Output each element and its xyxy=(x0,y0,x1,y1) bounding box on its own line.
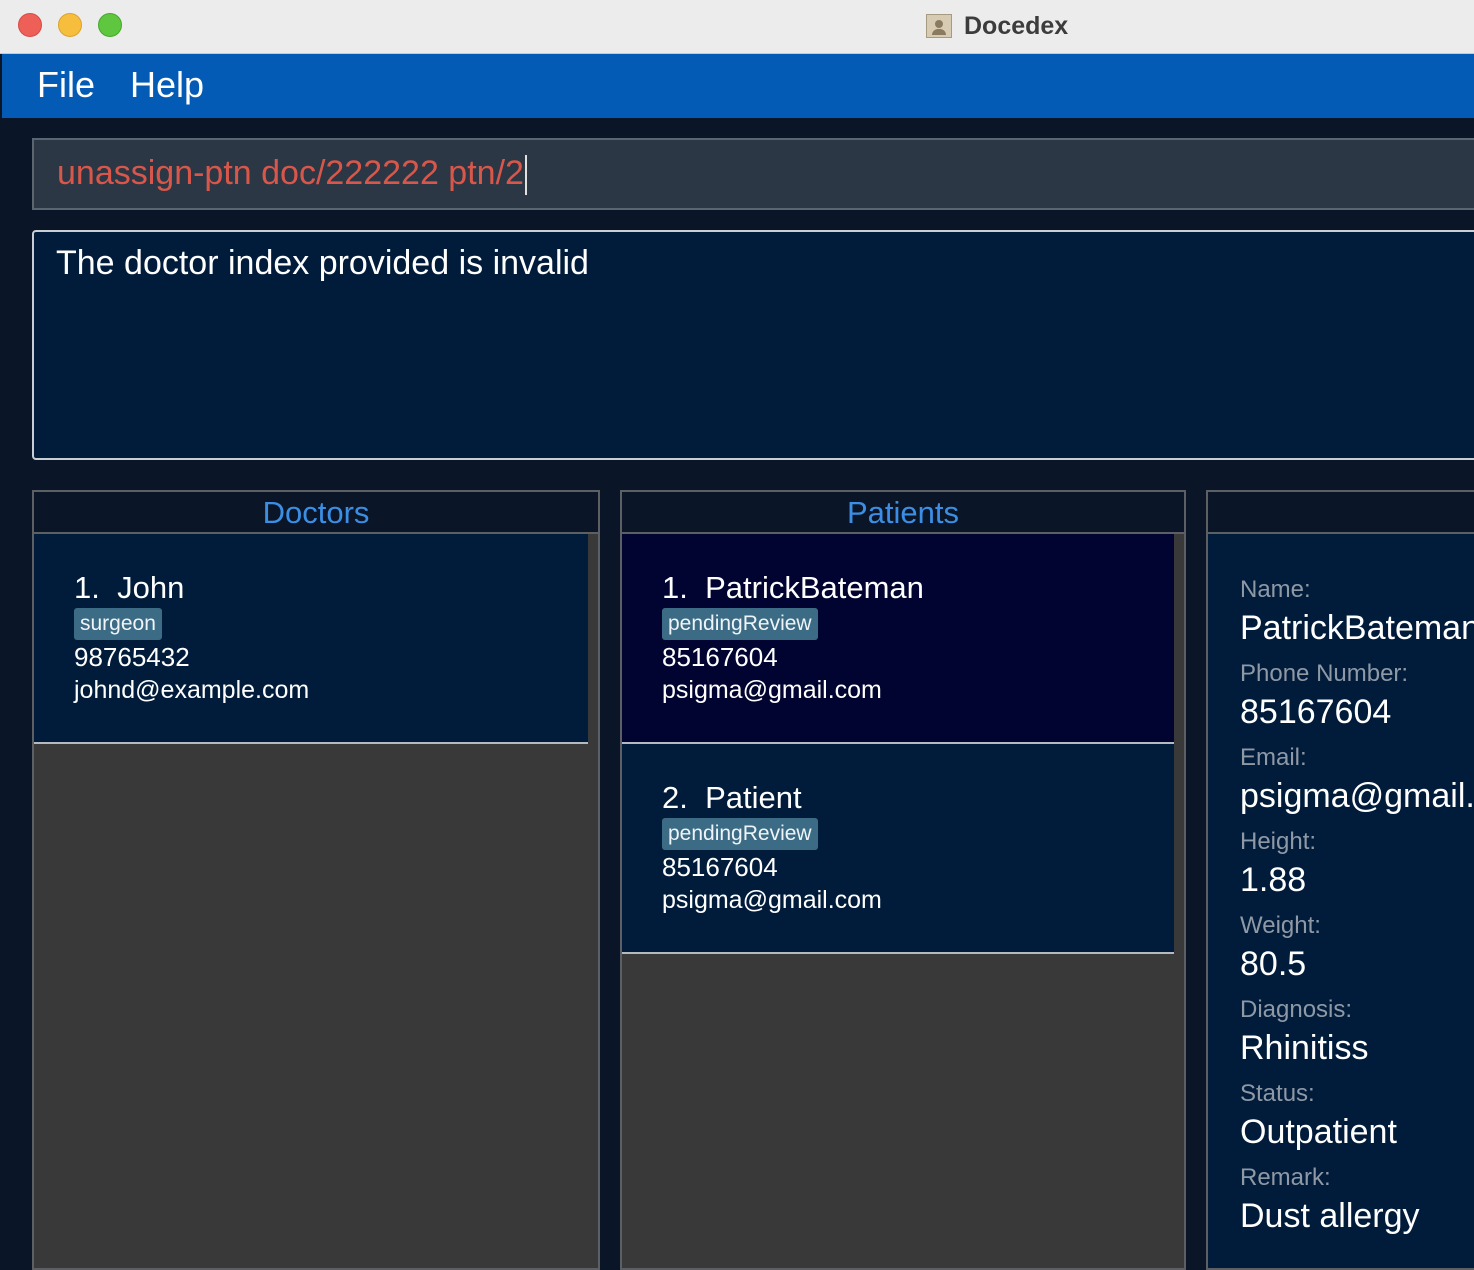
text-caret xyxy=(524,155,527,196)
patient-name: 1. PatrickBateman xyxy=(662,570,924,605)
detail-value-email: psigma@gmail.com xyxy=(1240,777,1474,815)
app-icon xyxy=(926,14,952,38)
patients-panel-header: Patients xyxy=(622,492,1184,534)
detail-value-phone: 85167604 xyxy=(1240,693,1392,731)
patient-card[interactable]: 1. PatrickBateman pendingReview 85167604… xyxy=(622,534,1174,744)
window-title-text: Docedex xyxy=(964,11,1069,40)
command-value: unassign-ptn doc/222222 ptn/2 xyxy=(57,154,524,192)
detail-value-diagnosis: Rhinitiss xyxy=(1240,1029,1369,1067)
patient-details-panel: Name: PatrickBateman Phone Number: 85167… xyxy=(1206,490,1474,1270)
detail-value-weight: 80.5 xyxy=(1240,945,1307,983)
details-panel-header xyxy=(1208,492,1474,534)
patient-email: psigma@gmail.com xyxy=(662,886,882,914)
detail-list: Name: PatrickBateman Phone Number: 85167… xyxy=(1240,576,1474,1248)
patient-phone: 85167604 xyxy=(662,642,778,672)
patient-email: psigma@gmail.com xyxy=(662,676,882,704)
detail-label-height: Height: xyxy=(1240,828,1317,855)
close-window-button[interactable] xyxy=(18,13,42,37)
detail-value-remark: Dust allergy xyxy=(1240,1197,1420,1235)
doctor-specialty-tag: surgeon xyxy=(74,608,162,640)
minimize-window-button[interactable] xyxy=(58,13,82,37)
menu-bar: File Help xyxy=(2,54,1474,118)
command-input-text: unassign-ptn doc/222222 ptn/2 xyxy=(57,154,527,196)
window-titlebar: Docedex xyxy=(0,0,1474,54)
patients-panel: Patients 1. PatrickBateman pendingReview… xyxy=(620,490,1186,1270)
detail-value-status: Outpatient xyxy=(1240,1113,1397,1151)
doctor-name: 1. John xyxy=(74,570,185,605)
window-title: Docedex xyxy=(926,10,1068,42)
doctors-panel-header: Doctors xyxy=(34,492,598,534)
command-input[interactable]: unassign-ptn doc/222222 ptn/2 xyxy=(32,138,1474,210)
result-display: The doctor index provided is invalid xyxy=(32,230,1474,460)
patient-phone: 85167604 xyxy=(662,852,778,882)
patient-card[interactable]: 2. Patient pendingReview 85167604 psigma… xyxy=(622,744,1174,954)
patient-status-tag: pendingReview xyxy=(662,608,818,640)
detail-label-email: Email: xyxy=(1240,744,1307,771)
detail-label-name: Name: xyxy=(1240,576,1311,603)
detail-label-status: Status: xyxy=(1240,1080,1315,1107)
menu-help[interactable]: Help xyxy=(130,64,204,106)
maximize-window-button[interactable] xyxy=(98,13,122,37)
doctors-panel: Doctors 1. John surgeon 98765432 johnd@e… xyxy=(32,490,600,1270)
doctor-card[interactable]: 1. John surgeon 98765432 johnd@example.c… xyxy=(34,534,588,744)
detail-label-remark: Remark: xyxy=(1240,1164,1331,1191)
detail-value-height: 1.88 xyxy=(1240,861,1307,899)
result-message: The doctor index provided is invalid xyxy=(56,244,589,282)
patient-status-tag: pendingReview xyxy=(662,818,818,850)
detail-label-phone: Phone Number: xyxy=(1240,660,1409,687)
detail-label-diagnosis: Diagnosis: xyxy=(1240,996,1353,1023)
detail-label-weight: Weight: xyxy=(1240,912,1321,939)
doctor-email: johnd@example.com xyxy=(74,676,310,704)
patient-name: 2. Patient xyxy=(662,780,802,815)
menu-file[interactable]: File xyxy=(37,64,95,106)
doctor-phone: 98765432 xyxy=(74,642,190,672)
detail-value-name: PatrickBateman xyxy=(1240,609,1474,647)
